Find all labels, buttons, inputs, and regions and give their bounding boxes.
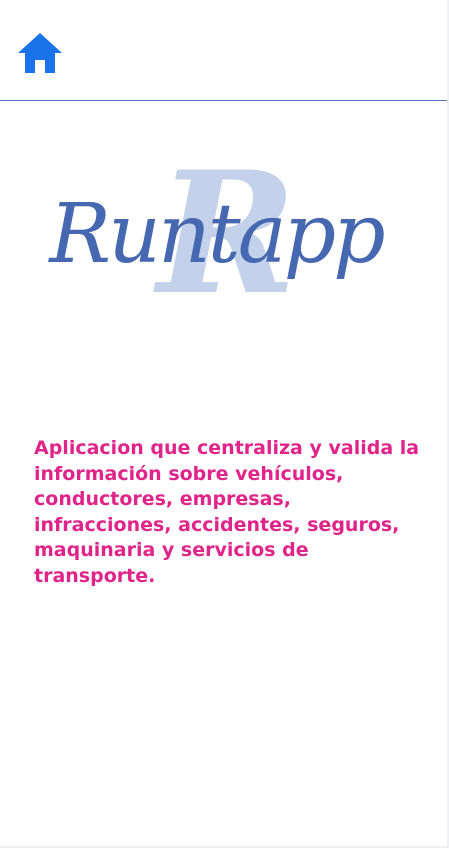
- home-icon: [18, 33, 62, 73]
- home-button[interactable]: [16, 30, 64, 76]
- app-description: Aplicacion que centraliza y valida la in…: [34, 437, 420, 587]
- app-screen: R Runtapp Aplicacion que centraliza y va…: [0, 0, 449, 848]
- logo-wordmark: Runtapp: [49, 187, 385, 282]
- runtapp-logo: R Runtapp: [36, 138, 396, 330]
- top-bar: [0, 0, 447, 101]
